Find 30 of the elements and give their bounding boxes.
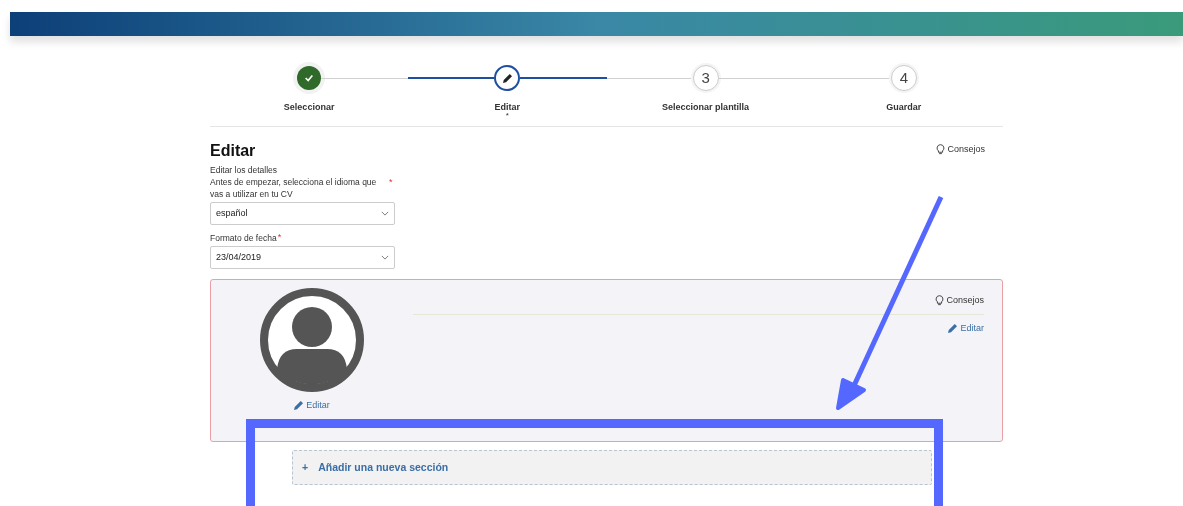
pencil-icon	[294, 401, 304, 411]
field-label: Antes de empezar, selecciona el idioma que vas a utilizar en tu CV	[210, 176, 378, 200]
tips-link[interactable]: Consejos	[935, 143, 985, 157]
check-icon	[304, 73, 315, 83]
page-title: Editar	[210, 143, 256, 159]
pencil-icon	[948, 323, 958, 333]
date-format-select[interactable]: 23/04/2019	[210, 246, 395, 269]
caret-icon	[381, 255, 389, 260]
step-label: Seleccionar plantilla	[662, 103, 750, 112]
photo-edit-link[interactable]: Editar	[294, 399, 330, 413]
step-number[interactable]: 3	[692, 65, 719, 91]
pencil-icon	[502, 73, 512, 83]
caret-icon	[381, 211, 389, 216]
step-label: Guardar	[886, 103, 922, 112]
step-number[interactable]: 4	[890, 65, 917, 91]
field-label: Formato de fecha	[210, 232, 277, 244]
edit-link[interactable]: Editar	[948, 321, 984, 335]
add-section-button[interactable]: + Añadir una nueva sección	[292, 450, 932, 485]
step-label: Seleccionar	[283, 103, 335, 112]
plus-icon: +	[302, 459, 309, 476]
subtitle: Editar los detalles	[210, 164, 279, 176]
step-label: Editar	[494, 103, 521, 112]
avatar-icon	[259, 287, 365, 393]
lightbulb-icon	[934, 294, 946, 308]
language-select[interactable]: español	[210, 202, 395, 225]
required-mark: *	[277, 232, 282, 242]
lightbulb-icon	[935, 143, 947, 157]
step-marker: *	[505, 112, 509, 120]
tips-link[interactable]: Consejos	[934, 294, 984, 308]
required-mark: *	[389, 176, 393, 188]
